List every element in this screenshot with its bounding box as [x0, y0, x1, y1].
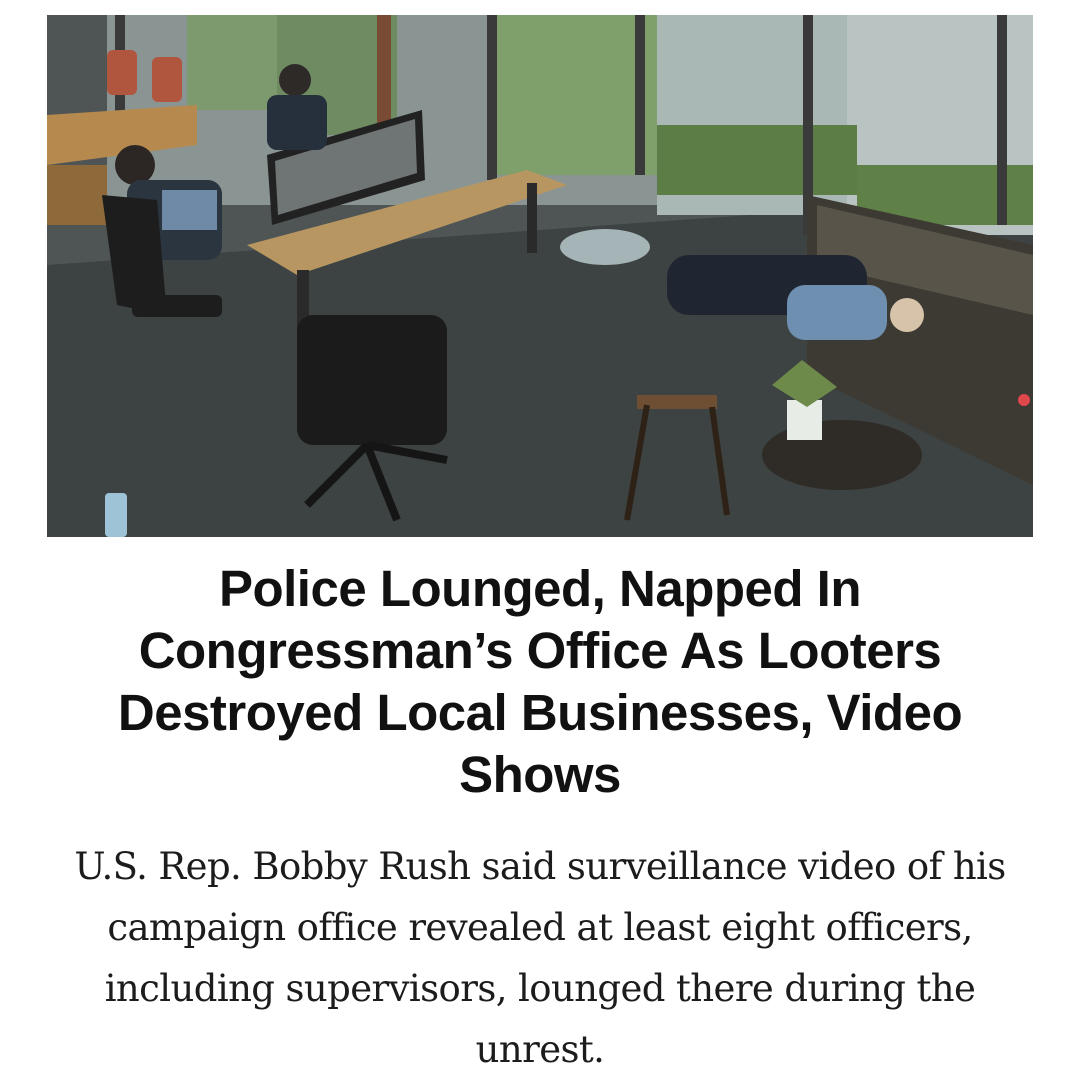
headline: Police Lounged, Napped In Congressman’s … — [117, 560, 963, 803]
surveillance-photo — [47, 15, 1033, 537]
post-card: Police Lounged, Napped In Congressman’s … — [0, 0, 1079, 1079]
marker-dot-icon — [1018, 394, 1030, 406]
surveillance-image — [47, 15, 1033, 537]
subheadline: U.S. Rep. Bobby Rush said surveillance v… — [74, 845, 1006, 1071]
